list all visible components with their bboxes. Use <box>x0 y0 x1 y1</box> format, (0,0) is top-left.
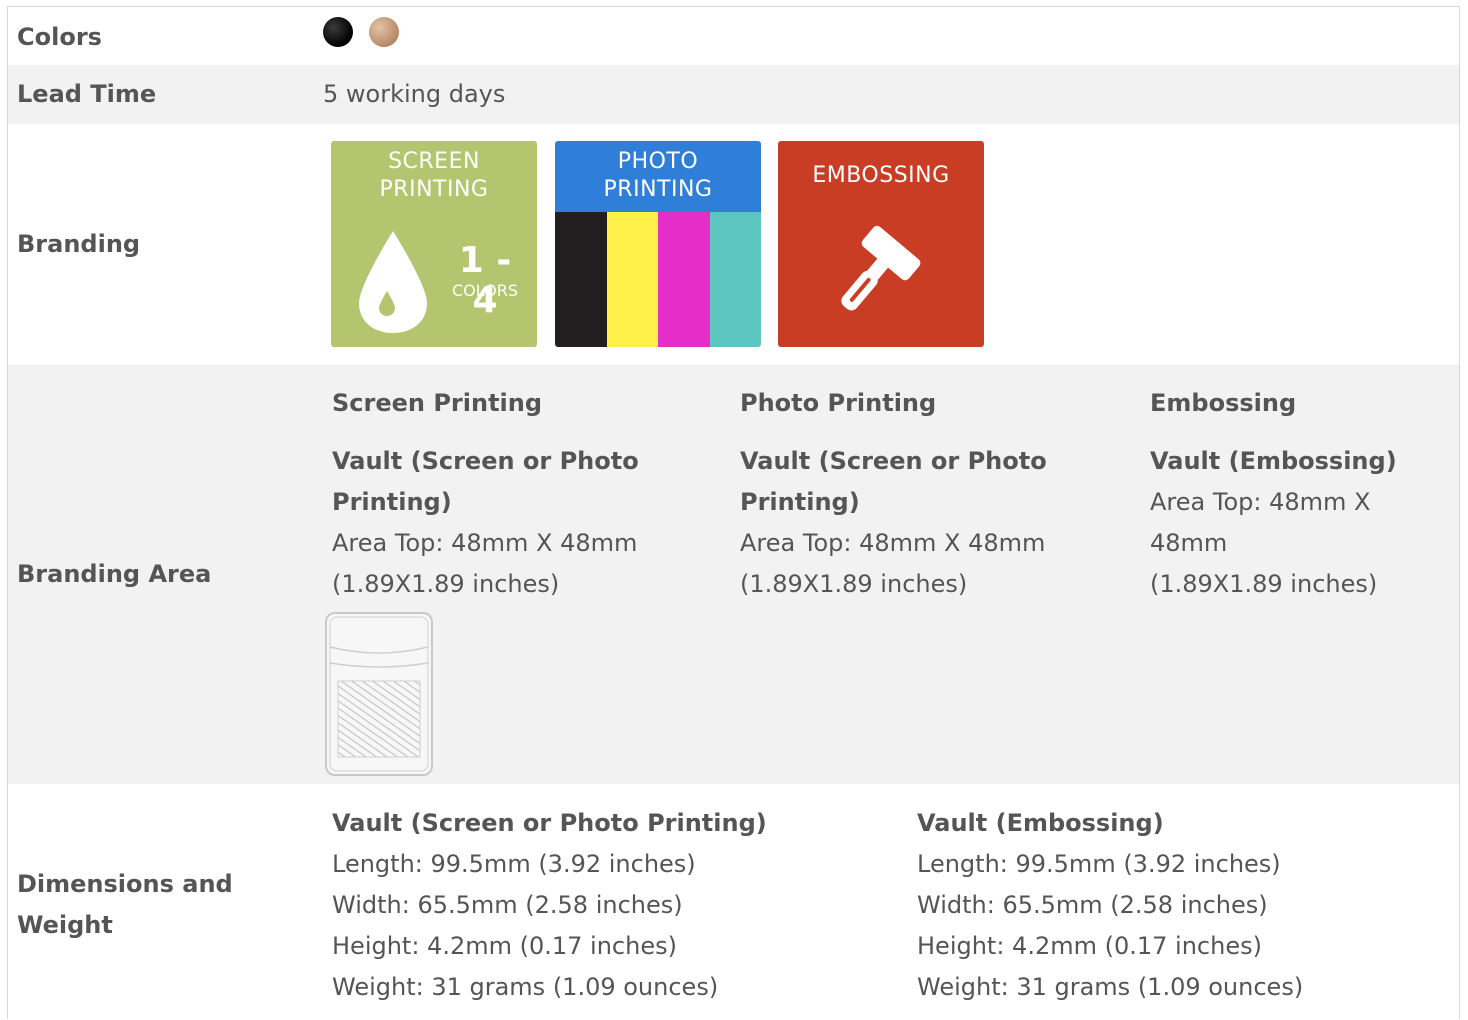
hammer-icon <box>841 225 921 311</box>
branding-area-size: Area Top: 48mm X 48mm <box>332 529 638 557</box>
lead-time-label: Lead Time <box>17 80 157 108</box>
branding-area-subheading-2: Printing) <box>332 488 452 516</box>
color-swatch-copper[interactable] <box>369 17 399 47</box>
dimensions-weight: Weight: 31 grams (1.09 ounces) <box>332 973 719 1001</box>
photo-printing-tile[interactable]: PHOTO PRINTING <box>555 141 761 347</box>
branding-area-heading: Embossing <box>1150 389 1297 417</box>
dimensions-heading: Vault (Screen or Photo Printing) <box>332 809 767 837</box>
color-swatch-black[interactable] <box>323 17 353 47</box>
branding-area-size: Area Top: 48mm X <box>1150 488 1371 516</box>
branding-area-size: Area Top: 48mm X 48mm <box>740 529 1046 557</box>
branding-area-heading: Screen Printing <box>332 389 543 417</box>
branding-area-size-inches: (1.89X1.89 inches) <box>1150 570 1378 598</box>
branding-area-size-inches: (1.89X1.89 inches) <box>740 570 968 598</box>
lead-time-row: Lead Time 5 working days <box>8 65 1459 124</box>
screen-printing-tile[interactable]: SCREEN PRINTING 1 - 4 COLORS <box>331 141 537 347</box>
branding-area-col-screen: Screen Printing Vault (Screen or Photo P… <box>332 383 639 605</box>
dimensions-height: Height: 4.2mm (0.17 inches) <box>917 932 1262 960</box>
branding-area-size-inches: (1.89X1.89 inches) <box>332 570 560 598</box>
dimensions-width: Width: 65.5mm (2.58 inches) <box>917 891 1268 919</box>
product-spec-table: Colors Lead Time 5 working days Branding… <box>7 6 1460 1019</box>
dimensions-weight: Weight: 31 grams (1.09 ounces) <box>917 973 1304 1001</box>
cmyk-stripe-cyan <box>710 212 761 347</box>
branding-area-subheading-2: Printing) <box>740 488 860 516</box>
branding-area-subheading: Vault (Embossing) <box>1150 447 1397 475</box>
dimensions-height: Height: 4.2mm (0.17 inches) <box>332 932 677 960</box>
branding-area-heading: Photo Printing <box>740 389 937 417</box>
dimensions-heading: Vault (Embossing) <box>917 809 1164 837</box>
dimensions-width: Width: 65.5mm (2.58 inches) <box>332 891 683 919</box>
branding-area-size-2: 48mm <box>1150 529 1228 557</box>
dimensions-row: Dimensions and Weight Vault (Screen or P… <box>8 784 1459 1020</box>
embossing-title: EMBOSSING <box>812 163 950 188</box>
colors-row: Colors <box>8 7 1459 65</box>
screen-printing-title-2: PRINTING <box>379 177 489 202</box>
dimensions-col-emboss: Vault (Embossing) Length: 99.5mm (3.92 i… <box>917 803 1303 1008</box>
photo-printing-title-1: PHOTO <box>617 149 699 174</box>
dimensions-col-screen: Vault (Screen or Photo Printing) Length:… <box>332 803 767 1008</box>
colors-label: Colors <box>17 23 102 51</box>
lead-time-value: 5 working days <box>323 80 506 108</box>
dimensions-length: Length: 99.5mm (3.92 inches) <box>917 850 1281 878</box>
screen-printing-color-unit: COLORS <box>452 281 518 300</box>
dimensions-label-1: Dimensions and <box>17 870 233 898</box>
branding-row: Branding SCREEN PRINTING 1 - 4 COLORS PH… <box>8 124 1459 365</box>
branding-area-col-photo: Photo Printing Vault (Screen or Photo Pr… <box>740 383 1047 605</box>
product-outline-image <box>325 612 433 776</box>
photo-printing-title-2: PRINTING <box>603 177 713 202</box>
branding-area-row: Branding Area Screen Printing Vault (Scr… <box>8 365 1459 784</box>
branding-area-subheading: Vault (Screen or Photo <box>332 447 639 475</box>
cmyk-stripe-yellow <box>607 212 659 347</box>
branding-area-col-emboss: Embossing Vault (Embossing) Area Top: 48… <box>1150 383 1397 605</box>
embossing-tile[interactable]: EMBOSSING <box>778 141 984 347</box>
dimensions-length: Length: 99.5mm (3.92 inches) <box>332 850 696 878</box>
branding-label: Branding <box>17 230 141 258</box>
ink-drop-icon <box>359 231 427 333</box>
cmyk-stripe-black <box>555 212 607 347</box>
branding-area-label: Branding Area <box>17 560 212 588</box>
cmyk-stripe-magenta <box>658 212 710 347</box>
branding-area-subheading: Vault (Screen or Photo <box>740 447 1047 475</box>
dimensions-label-2: Weight <box>17 911 113 939</box>
screen-printing-title-1: SCREEN <box>388 149 480 174</box>
